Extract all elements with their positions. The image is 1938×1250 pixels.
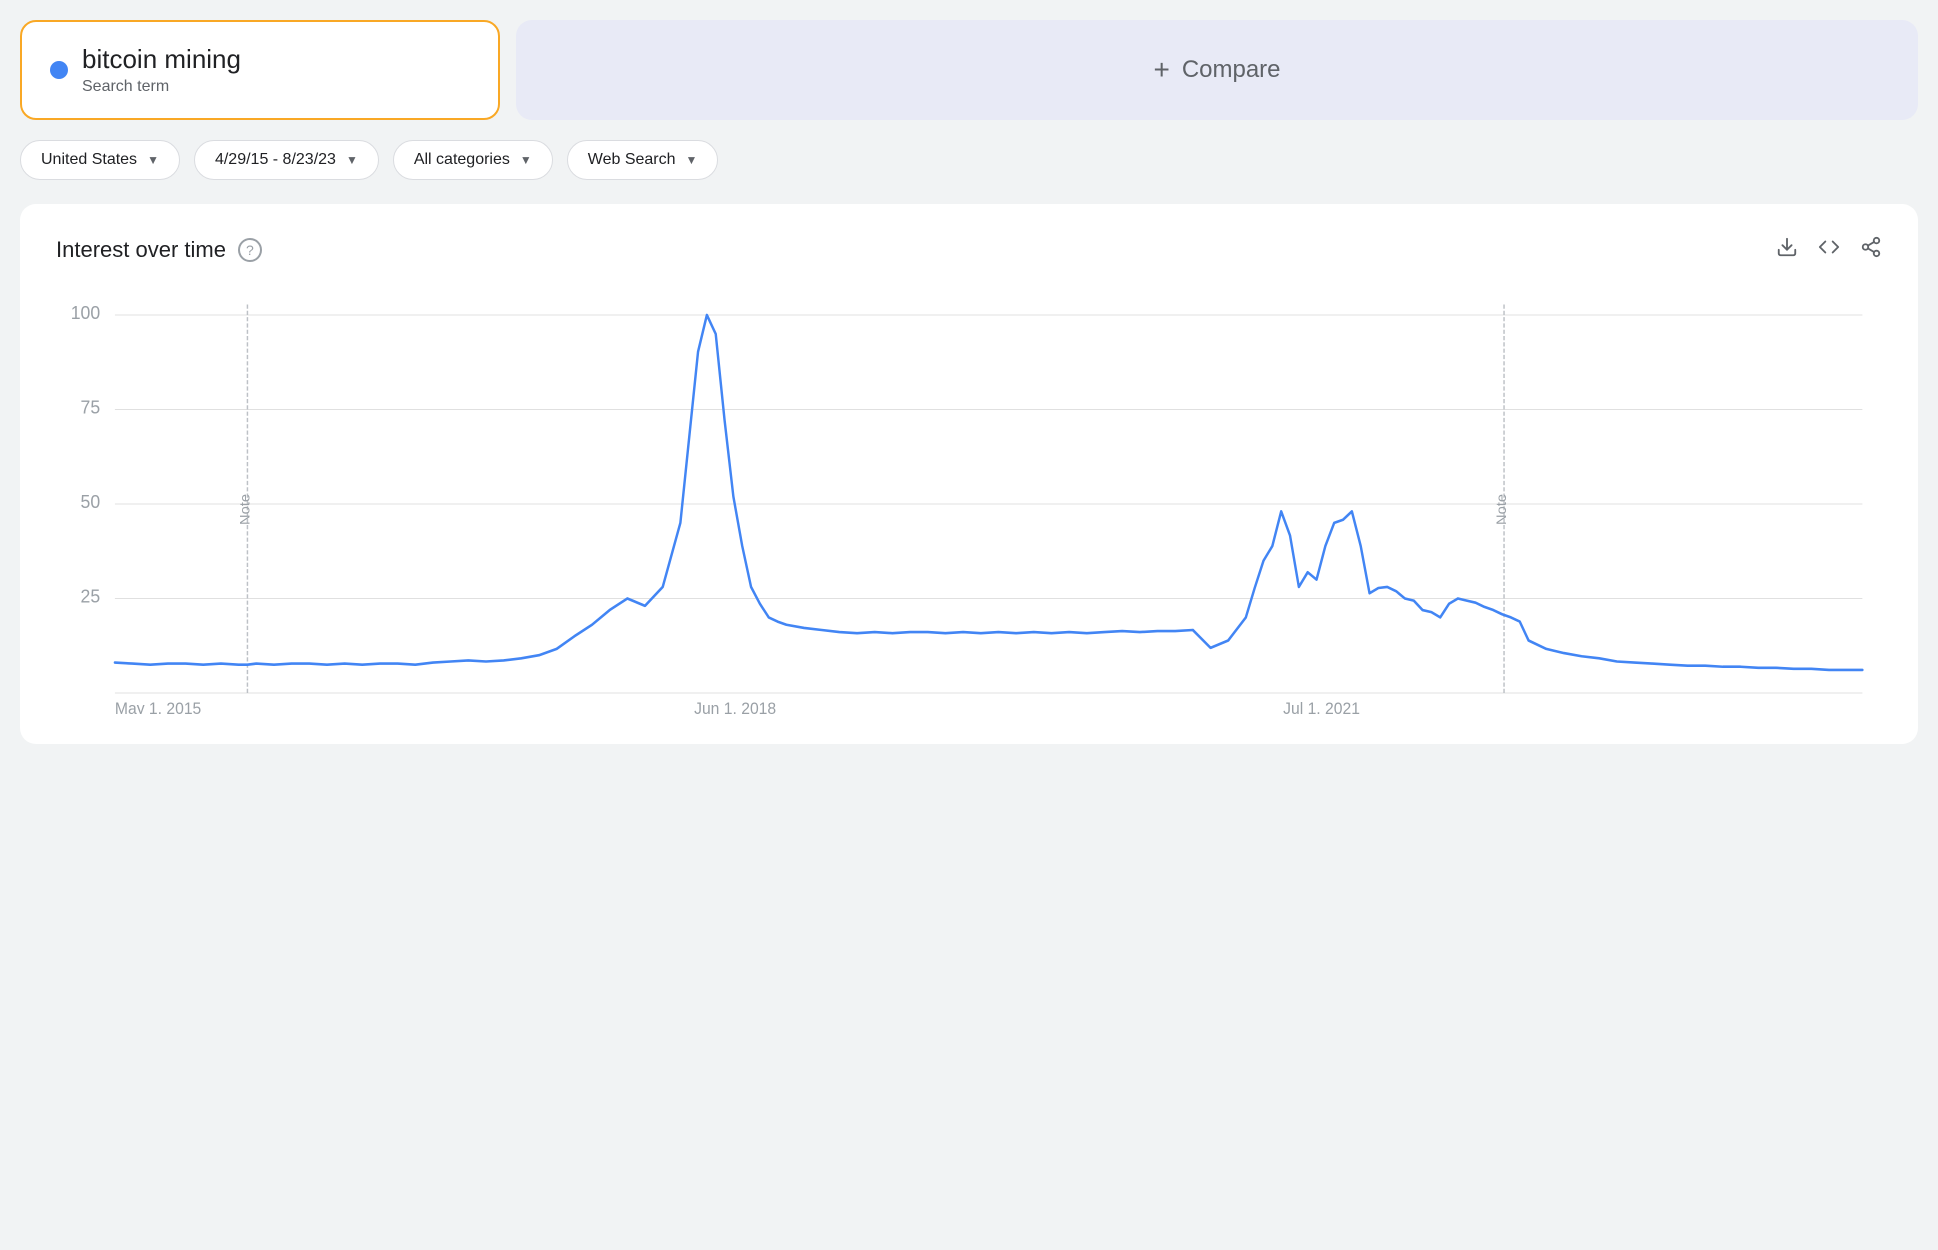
search-term-name: bitcoin mining — [82, 44, 241, 75]
search-term-card[interactable]: bitcoin mining Search term — [20, 20, 500, 120]
svg-text:100: 100 — [71, 302, 100, 324]
help-icon[interactable]: ? — [238, 238, 262, 262]
trend-line — [115, 315, 1862, 670]
search-type-chevron-icon: ▼ — [686, 153, 698, 167]
chart-area: 100 75 50 25 Note Note May 1, 2015 Jun 1… — [56, 294, 1882, 714]
chart-card: Interest over time ? — [20, 204, 1918, 744]
chart-title-row: Interest over time ? — [56, 237, 262, 263]
chart-header: Interest over time ? — [56, 236, 1882, 264]
download-icon[interactable] — [1776, 236, 1798, 264]
embed-icon[interactable] — [1818, 236, 1840, 264]
share-icon[interactable] — [1860, 236, 1882, 264]
svg-text:25: 25 — [81, 585, 101, 607]
compare-plus-icon: + — [1153, 54, 1169, 86]
chart-actions — [1776, 236, 1882, 264]
trend-chart-svg: 100 75 50 25 Note Note May 1, 2015 Jun 1… — [56, 294, 1882, 714]
region-label: United States — [41, 151, 137, 169]
date-chevron-icon: ▼ — [346, 153, 358, 167]
search-term-dot — [50, 61, 68, 79]
date-range-label: 4/29/15 - 8/23/23 — [215, 151, 336, 169]
category-label: All categories — [414, 151, 510, 169]
svg-text:Jun 1, 2018: Jun 1, 2018 — [694, 700, 776, 714]
svg-text:Jul 1, 2021: Jul 1, 2021 — [1283, 700, 1360, 714]
svg-text:May 1, 2015: May 1, 2015 — [115, 700, 201, 714]
svg-text:75: 75 — [81, 396, 101, 418]
region-chevron-icon: ▼ — [147, 153, 159, 167]
category-filter[interactable]: All categories ▼ — [393, 140, 553, 180]
compare-label: Compare — [1182, 56, 1281, 84]
chart-title: Interest over time — [56, 237, 226, 263]
search-type-label: Web Search — [588, 151, 676, 169]
svg-text:50: 50 — [81, 491, 101, 513]
svg-text:Note: Note — [238, 494, 253, 525]
search-type-filter[interactable]: Web Search ▼ — [567, 140, 719, 180]
filters-row: United States ▼ 4/29/15 - 8/23/23 ▼ All … — [20, 140, 1918, 180]
date-range-filter[interactable]: 4/29/15 - 8/23/23 ▼ — [194, 140, 379, 180]
compare-card[interactable]: + Compare — [516, 20, 1918, 120]
search-term-text: bitcoin mining Search term — [82, 44, 241, 96]
region-filter[interactable]: United States ▼ — [20, 140, 180, 180]
category-chevron-icon: ▼ — [520, 153, 532, 167]
search-term-label: Search term — [82, 78, 241, 96]
svg-text:Note: Note — [1494, 494, 1509, 525]
